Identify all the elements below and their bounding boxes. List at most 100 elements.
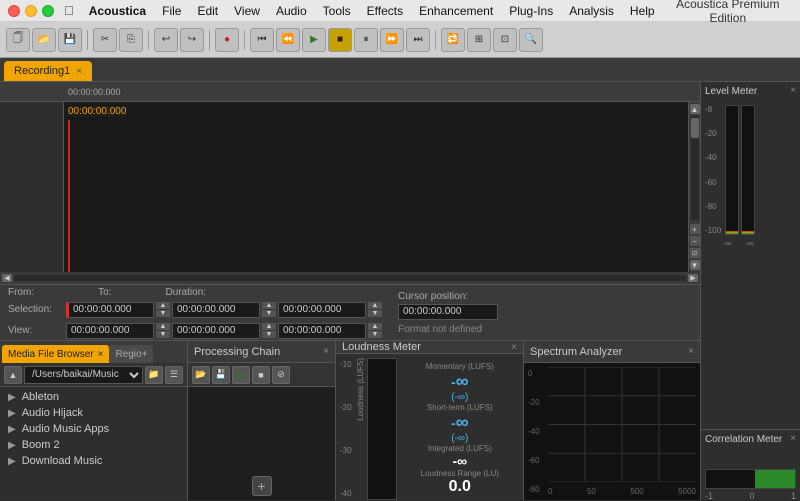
toolbar-redo[interactable]: ↪ <box>180 28 204 52</box>
menu-plugins[interactable]: Plug-Ins <box>502 2 560 20</box>
to-down[interactable]: ▼ <box>262 310 276 317</box>
toolbar-rewind[interactable]: ⏪ <box>276 28 300 52</box>
zoom-out-btn[interactable]: − <box>690 236 700 246</box>
view-from-field[interactable]: 00:00:00.000 <box>66 323 154 339</box>
dur-up[interactable]: ▲ <box>368 302 382 309</box>
view-dur-field[interactable]: 00:00:00.000 <box>278 323 366 339</box>
minimize-button[interactable] <box>25 5 37 17</box>
toolbar-snap[interactable]: ⊡ <box>493 28 517 52</box>
toolbar-stop[interactable]: ■ <box>328 28 352 52</box>
toolbar-copy[interactable]: ⎘ <box>119 28 143 52</box>
h-scroll-left[interactable]: ◀ <box>2 274 12 282</box>
spectrum-close-icon[interactable]: × <box>688 346 694 357</box>
menu-help[interactable]: Help <box>623 2 662 20</box>
toolbar-search[interactable]: 🔍 <box>519 28 543 52</box>
view-to-field[interactable]: 00:00:00.000 <box>172 323 260 339</box>
proc-save-btn[interactable]: 💾 <box>212 366 230 384</box>
browser-path-select[interactable]: /Users/baikai/Music <box>24 366 143 384</box>
range-reading: Loudness Range (LU) 0.0 <box>405 469 515 496</box>
scroll-down-btn[interactable]: ▼ <box>690 260 700 270</box>
scroll-track[interactable] <box>691 116 699 220</box>
view-to-up[interactable]: ▲ <box>262 323 276 330</box>
h-scrollbar[interactable]: ◀ ▶ <box>0 272 700 284</box>
toolbar-grid[interactable]: ⊞ <box>467 28 491 52</box>
apple-icon:  <box>64 3 74 18</box>
media-file-browser-tab[interactable]: Media File Browser × <box>2 345 109 363</box>
list-item[interactable]: ▶ Download Music <box>0 453 187 469</box>
track-scrollbar[interactable]: ▲ + − ⊡ ▼ <box>688 102 700 272</box>
list-item[interactable]: ▶ Audio Music Apps <box>0 421 187 437</box>
view-from-up[interactable]: ▲ <box>156 323 170 330</box>
toolbar-play[interactable]: ▶ <box>302 28 326 52</box>
toolbar-ffwd[interactable]: ⏩ <box>380 28 404 52</box>
menu-audio[interactable]: Audio <box>269 2 314 20</box>
scroll-up-btn[interactable]: ▲ <box>690 104 700 114</box>
selection-from-field[interactable]: 00:00:00.000 <box>66 302 154 318</box>
list-item[interactable]: ▶ Ableton <box>0 389 187 405</box>
toolbar-end[interactable]: ⏭ <box>406 28 430 52</box>
right-panel: Level Meter × -8 -20 -40 -60 -80 -100 <box>700 82 800 500</box>
zoom-fit-btn[interactable]: ⊡ <box>690 248 700 258</box>
proc-skip-btn[interactable]: ⊘ <box>272 366 290 384</box>
list-item[interactable]: ▶ Audio Hijack <box>0 405 187 421</box>
view-from-down[interactable]: ▼ <box>156 331 170 338</box>
tab-close-icon[interactable]: × <box>76 66 82 77</box>
menu-file[interactable]: File <box>155 2 188 20</box>
browser-up-btn[interactable]: ▲ <box>4 366 22 384</box>
menu-analysis[interactable]: Analysis <box>562 2 621 20</box>
proc-stop-btn[interactable]: ■ <box>252 366 270 384</box>
from-up[interactable]: ▲ <box>156 302 170 309</box>
menu-enhancement[interactable]: Enhancement <box>412 2 500 20</box>
region-tab[interactable]: Regio+ <box>109 345 153 363</box>
view-from-arrows: ▲ ▼ <box>156 323 170 338</box>
toolbar-loop[interactable]: 🔁 <box>441 28 465 52</box>
selection-dur-field[interactable]: 00:00:00.000 <box>278 302 366 318</box>
media-browser-tab-close[interactable]: × <box>98 349 104 360</box>
loudness-close-icon[interactable]: × <box>511 342 517 353</box>
corr-close-icon[interactable]: × <box>790 433 796 444</box>
recording-tab[interactable]: Recording1 × <box>4 61 92 81</box>
dur-down[interactable]: ▼ <box>368 310 382 317</box>
corr-header: Correlation Meter × <box>705 434 796 449</box>
close-button[interactable] <box>8 5 20 17</box>
track-waveform-col[interactable]: 00:00:00.000 <box>64 102 688 272</box>
toolbar-open[interactable]: 📂 <box>32 28 56 52</box>
selection-to-field[interactable]: 00:00:00.000 <box>172 302 260 318</box>
zoom-in-btn[interactable]: + <box>690 224 700 234</box>
toolbar-save[interactable]: 💾 <box>58 28 82 52</box>
cursor-pos-field[interactable]: 00:00:00.000 <box>398 304 498 320</box>
proc-play-btn[interactable]: ▶ <box>232 366 250 384</box>
to-up[interactable]: ▲ <box>262 302 276 309</box>
file-list[interactable]: ▶ Ableton ▶ Audio Hijack ▶ Audio Music A… <box>0 387 187 500</box>
h-scroll-track[interactable] <box>14 275 686 281</box>
h-scroll-right[interactable]: ▶ <box>688 274 698 282</box>
from-down[interactable]: ▼ <box>156 310 170 317</box>
menu-effects[interactable]: Effects <box>360 2 410 20</box>
proc-close-icon[interactable]: × <box>323 346 329 357</box>
loudness-readings: Momentary (LUFS) -∞ (-∞) Short-term (LUF… <box>401 358 519 500</box>
browser-list-btn[interactable]: ☰ <box>165 366 183 384</box>
toolbar-undo[interactable]: ↩ <box>154 28 178 52</box>
proc-open-btn[interactable]: 📂 <box>192 366 210 384</box>
spectrum-display <box>548 367 696 482</box>
toolbar-record[interactable]: ● <box>215 28 239 52</box>
view-dur-down[interactable]: ▼ <box>368 331 382 338</box>
level-meter-close[interactable]: × <box>790 85 796 96</box>
toolbar-start[interactable]: ⏮ <box>250 28 274 52</box>
toolbar-pause[interactable]: ⏸ <box>354 28 378 52</box>
list-item[interactable]: ▶ Boom 2 <box>0 437 187 453</box>
region-tab-label: Regio+ <box>115 349 147 360</box>
menu-view[interactable]: View <box>227 2 267 20</box>
toolbar-cut[interactable]: ✂ <box>93 28 117 52</box>
scroll-thumb[interactable] <box>691 118 699 138</box>
menu-edit[interactable]: Edit <box>190 2 225 20</box>
menu-tools[interactable]: Tools <box>316 2 358 20</box>
view-dur-up[interactable]: ▲ <box>368 323 382 330</box>
maximize-button[interactable] <box>42 5 54 17</box>
browser-folder-btn[interactable]: 📁 <box>145 366 163 384</box>
proc-add-btn[interactable]: + <box>252 476 272 496</box>
processing-chain: Processing Chain × 📂 💾 ▶ ■ ⊘ + <box>188 341 336 500</box>
view-to-down[interactable]: ▼ <box>262 331 276 338</box>
meter-bottom-labels: -∞ -∞ <box>705 239 796 248</box>
toolbar-new[interactable]: 🗍 <box>6 28 30 52</box>
